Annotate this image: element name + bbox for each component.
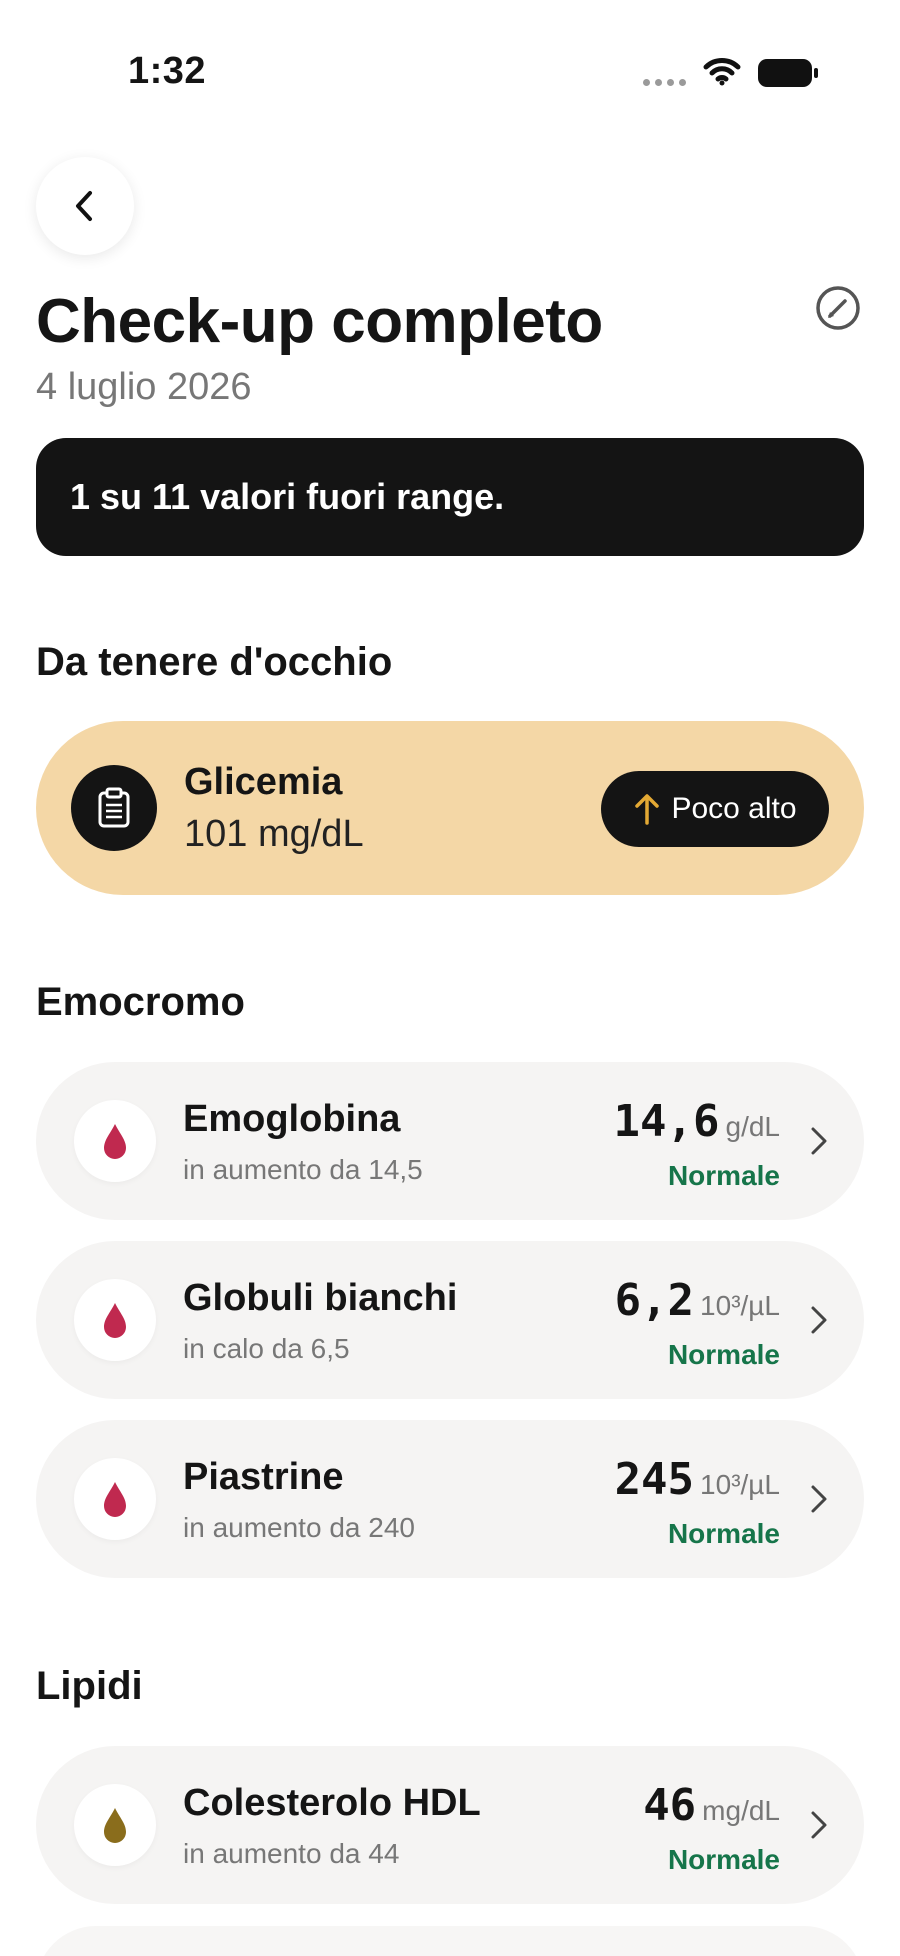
next-card-peek[interactable] bbox=[36, 1926, 864, 1956]
page-title: Check-up completo bbox=[36, 287, 603, 356]
result-status: Normale bbox=[667, 1518, 780, 1549]
blood-drop-icon bbox=[74, 1458, 156, 1540]
chevron-left-icon bbox=[76, 191, 92, 221]
result-value-line: 14,6 g/dL bbox=[614, 1096, 780, 1147]
result-value-line: 6,2 10³/µL bbox=[615, 1275, 780, 1326]
result-status: Normale bbox=[667, 1160, 780, 1191]
arrow-up-icon bbox=[635, 794, 660, 825]
chevron-right-icon bbox=[811, 1811, 827, 1839]
result-trend: in aumento da 44 bbox=[183, 1838, 400, 1869]
result-value-line: 46 mg/dL bbox=[643, 1780, 780, 1831]
page-date: 4 luglio 2026 bbox=[36, 366, 252, 408]
result-unit: 10³/µL bbox=[700, 1469, 780, 1500]
result-trend: in aumento da 240 bbox=[183, 1512, 415, 1543]
status-badge: Poco alto bbox=[601, 771, 829, 847]
result-status: Normale bbox=[667, 1844, 780, 1875]
alert-name: Glicemia bbox=[184, 761, 343, 803]
chevron-right-icon bbox=[811, 1127, 827, 1155]
result-name: Piastrine bbox=[183, 1456, 344, 1498]
section-title-watch: Da tenere d'occhio bbox=[36, 640, 393, 684]
alert-value: 101 mg/dL bbox=[184, 813, 364, 855]
status-bar: 1:32 bbox=[0, 0, 900, 140]
result-value: 14,6 bbox=[613, 1096, 720, 1147]
back-button[interactable] bbox=[36, 157, 134, 255]
result-value: 46 bbox=[643, 1780, 697, 1831]
alert-card-glicemia[interactable]: Glicemia 101 mg/dL Poco alto bbox=[36, 721, 864, 895]
result-card-emoglobina[interactable]: Emoglobina in aumento da 14,5 14,6 g/dL … bbox=[36, 1062, 864, 1220]
chevron-right-icon bbox=[811, 1485, 827, 1513]
result-card-globuli-bianchi[interactable]: Globuli bianchi in calo da 6,5 6,2 10³/µ… bbox=[36, 1241, 864, 1399]
result-value-line: 245 10³/µL bbox=[615, 1454, 780, 1505]
result-trend: in calo da 6,5 bbox=[183, 1333, 350, 1364]
result-value: 6,2 bbox=[614, 1275, 695, 1326]
status-time: 1:32 bbox=[128, 50, 207, 92]
result-unit: g/dL bbox=[725, 1111, 781, 1142]
result-card-piastrine[interactable]: Piastrine in aumento da 240 245 10³/µL N… bbox=[36, 1420, 864, 1578]
result-status: Normale bbox=[667, 1339, 780, 1370]
section-title-emocromo: Emocromo bbox=[36, 980, 245, 1024]
result-unit: mg/dL bbox=[702, 1795, 780, 1826]
signal-dots-icon bbox=[643, 79, 686, 86]
edit-pencil-circle-icon[interactable] bbox=[814, 284, 862, 332]
result-card-colesterolo-hdl[interactable]: Colesterolo HDL in aumento da 44 46 mg/d… bbox=[36, 1746, 864, 1904]
section-title-lipidi: Lipidi bbox=[36, 1664, 143, 1708]
result-trend: in aumento da 14,5 bbox=[183, 1154, 423, 1185]
blood-drop-icon bbox=[74, 1279, 156, 1361]
oil-drop-icon bbox=[74, 1784, 156, 1866]
summary-banner: 1 su 11 valori fuori range. bbox=[36, 438, 864, 556]
summary-text: 1 su 11 valori fuori range. bbox=[70, 476, 505, 517]
blood-drop-icon bbox=[74, 1100, 156, 1182]
status-badge-label: Poco alto bbox=[671, 792, 797, 825]
result-unit: 10³/µL bbox=[700, 1290, 780, 1321]
clipboard-icon bbox=[71, 765, 157, 851]
result-name: Globuli bianchi bbox=[183, 1277, 458, 1319]
chevron-right-icon bbox=[811, 1306, 827, 1334]
result-value: 245 bbox=[614, 1454, 695, 1505]
battery-icon bbox=[758, 59, 818, 87]
wifi-icon bbox=[703, 58, 741, 86]
result-name: Emoglobina bbox=[183, 1098, 401, 1140]
result-name: Colesterolo HDL bbox=[183, 1782, 481, 1824]
